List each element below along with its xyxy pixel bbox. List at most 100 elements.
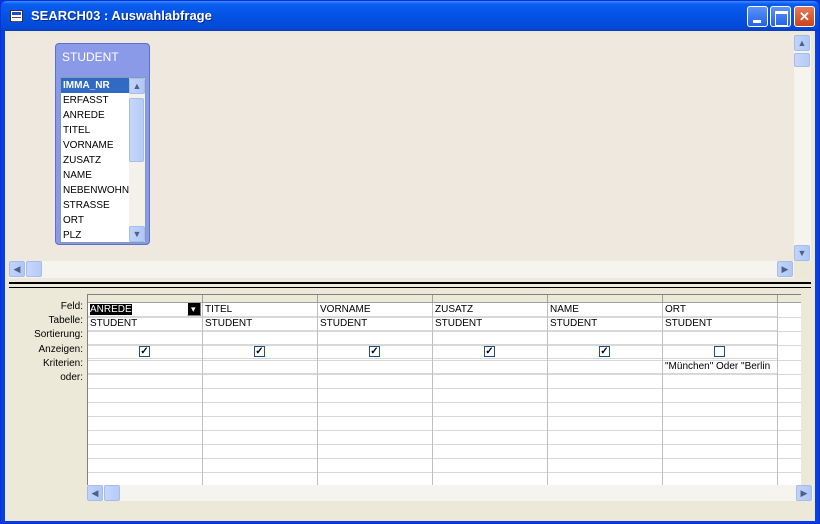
criteria-cell[interactable] xyxy=(203,360,317,374)
grid-column xyxy=(778,303,801,486)
scroll-thumb[interactable] xyxy=(129,98,144,162)
table-pane-vertical-scrollbar[interactable]: ▲ ▼ xyxy=(794,35,811,261)
field-list-item[interactable]: ZUSATZ xyxy=(61,153,131,168)
scroll-down-icon[interactable]: ▼ xyxy=(794,245,810,261)
column-selector[interactable] xyxy=(318,295,433,303)
close-button[interactable] xyxy=(794,6,815,27)
row-label: Kriterien: xyxy=(42,358,83,369)
column-selector[interactable] xyxy=(548,295,663,303)
scroll-thumb[interactable] xyxy=(794,53,810,67)
table-cell[interactable]: STUDENT xyxy=(88,317,202,331)
column-selector[interactable] xyxy=(88,295,203,303)
title-bar[interactable]: SEARCH03 : Auswahlabfrage xyxy=(1,1,819,31)
criteria-cell[interactable] xyxy=(318,360,432,374)
criteria-cell[interactable]: "München" Oder "Berlin xyxy=(663,360,777,374)
field-cell[interactable]: ORT xyxy=(663,303,777,317)
field-list-item[interactable]: TITEL xyxy=(61,123,131,138)
sort-cell[interactable] xyxy=(203,331,317,345)
row-label: Anzeigen: xyxy=(38,344,83,355)
field-list-scrollbar[interactable]: ▲ ▼ xyxy=(129,78,145,242)
table-cell-text: STUDENT xyxy=(320,318,368,329)
field-list-item[interactable]: ANREDE xyxy=(61,108,131,123)
design-grid[interactable]: ANREDE STUDENT ✓ TITEL STUDENT ✓ VORNAME STUDEN… xyxy=(87,294,801,486)
field-cell[interactable]: ANREDE xyxy=(88,303,202,317)
show-cell[interactable] xyxy=(663,345,777,359)
field-list-item[interactable]: PLZ xyxy=(61,228,131,242)
show-cell[interactable]: ✓ xyxy=(433,345,547,359)
show-checkbox[interactable]: ✓ xyxy=(254,346,265,357)
query-icon[interactable] xyxy=(10,10,23,22)
field-list-item[interactable]: ORT xyxy=(61,213,131,228)
grid-column: TITEL STUDENT ✓ xyxy=(203,303,318,486)
table-cell-text: STUDENT xyxy=(550,318,598,329)
table-cell-text: STUDENT xyxy=(665,318,713,329)
sort-cell[interactable] xyxy=(433,331,547,345)
table-cell[interactable]: STUDENT xyxy=(203,317,317,331)
criteria-cell[interactable] xyxy=(548,360,662,374)
scroll-left-icon[interactable]: ◀ xyxy=(87,485,103,501)
scroll-right-icon[interactable]: ▶ xyxy=(796,485,812,501)
field-list-item[interactable]: STRASSE xyxy=(61,198,131,213)
field-list-item[interactable]: NAME xyxy=(61,168,131,183)
sort-cell[interactable] xyxy=(663,331,777,345)
scroll-right-icon[interactable]: ▶ xyxy=(777,261,793,277)
field-cell-text: ANREDE xyxy=(90,304,132,315)
field-cell[interactable]: TITEL xyxy=(203,303,317,317)
field-list-item[interactable]: IMMA_NR xyxy=(61,78,131,93)
grid-column: VORNAME STUDENT ✓ xyxy=(318,303,433,486)
field-cell-text: ORT xyxy=(665,304,686,315)
scroll-up-icon[interactable]: ▲ xyxy=(794,35,810,51)
scroll-thumb[interactable] xyxy=(104,485,120,501)
window-title: SEARCH03 : Auswahlabfrage xyxy=(31,8,212,23)
show-cell[interactable]: ✓ xyxy=(318,345,432,359)
criteria-cell-text: "München" Oder "Berlin xyxy=(665,361,771,372)
column-selector[interactable] xyxy=(663,295,778,303)
table-cell[interactable]: STUDENT xyxy=(548,317,662,331)
scroll-thumb[interactable] xyxy=(26,261,42,277)
grid-horizontal-scrollbar[interactable]: ◀ ▶ xyxy=(87,485,813,501)
field-cell[interactable]: ZUSATZ xyxy=(433,303,547,317)
field-list-item[interactable]: VORNAME xyxy=(61,138,131,153)
column-selector[interactable] xyxy=(203,295,318,303)
criteria-cell[interactable] xyxy=(433,360,547,374)
scroll-up-icon[interactable]: ▲ xyxy=(129,78,145,94)
sort-cell[interactable] xyxy=(548,331,662,345)
field-list[interactable]: ▲ ▼ IMMA_NR ERFASST ANREDE TITEL VORNAME ZUSA… xyxy=(60,77,146,243)
show-checkbox[interactable]: ✓ xyxy=(139,346,150,357)
show-checkbox[interactable] xyxy=(714,346,725,357)
table-box-student[interactable]: STUDENT ▲ ▼ IMMA_NR ERFASST ANREDE TITEL VOR… xyxy=(55,43,150,245)
field-list-item[interactable]: ERFASST xyxy=(61,93,131,108)
table-cell-text: STUDENT xyxy=(205,318,253,329)
show-checkbox[interactable]: ✓ xyxy=(599,346,610,357)
show-checkbox[interactable]: ✓ xyxy=(484,346,495,357)
minimize-button[interactable] xyxy=(747,6,768,27)
table-cell[interactable]: STUDENT xyxy=(318,317,432,331)
field-cell[interactable]: NAME xyxy=(548,303,662,317)
pane-splitter[interactable] xyxy=(9,282,811,288)
show-cell[interactable]: ✓ xyxy=(203,345,317,359)
table-pane-horizontal-scrollbar[interactable]: ◀ ▶ xyxy=(9,261,794,278)
column-selector[interactable] xyxy=(433,295,548,303)
chevron-down-icon[interactable] xyxy=(187,303,201,316)
table-cell-text: STUDENT xyxy=(90,318,138,329)
table-cell[interactable]: STUDENT xyxy=(433,317,547,331)
field-cell[interactable]: VORNAME xyxy=(318,303,432,317)
sort-cell[interactable] xyxy=(88,331,202,345)
maximize-button[interactable] xyxy=(770,6,791,27)
scroll-down-icon[interactable]: ▼ xyxy=(129,226,145,242)
row-label: Sortierung: xyxy=(34,329,83,340)
column-selector[interactable] xyxy=(778,295,801,303)
row-label: oder: xyxy=(60,372,83,383)
field-list-item[interactable]: NEBENWOHN xyxy=(61,183,131,198)
show-checkbox[interactable]: ✓ xyxy=(369,346,380,357)
client-area: STUDENT ▲ ▼ IMMA_NR ERFASST ANREDE TITEL VOR… xyxy=(5,31,815,521)
scroll-left-icon[interactable]: ◀ xyxy=(9,261,25,277)
field-cell-text: VORNAME xyxy=(320,304,371,315)
criteria-cell[interactable] xyxy=(88,360,202,374)
field-cell-text: ZUSATZ xyxy=(435,304,474,315)
sort-cell[interactable] xyxy=(318,331,432,345)
table-cell[interactable]: STUDENT xyxy=(663,317,777,331)
show-cell[interactable]: ✓ xyxy=(88,345,202,359)
grid-column: ZUSATZ STUDENT ✓ xyxy=(433,303,548,486)
show-cell[interactable]: ✓ xyxy=(548,345,662,359)
